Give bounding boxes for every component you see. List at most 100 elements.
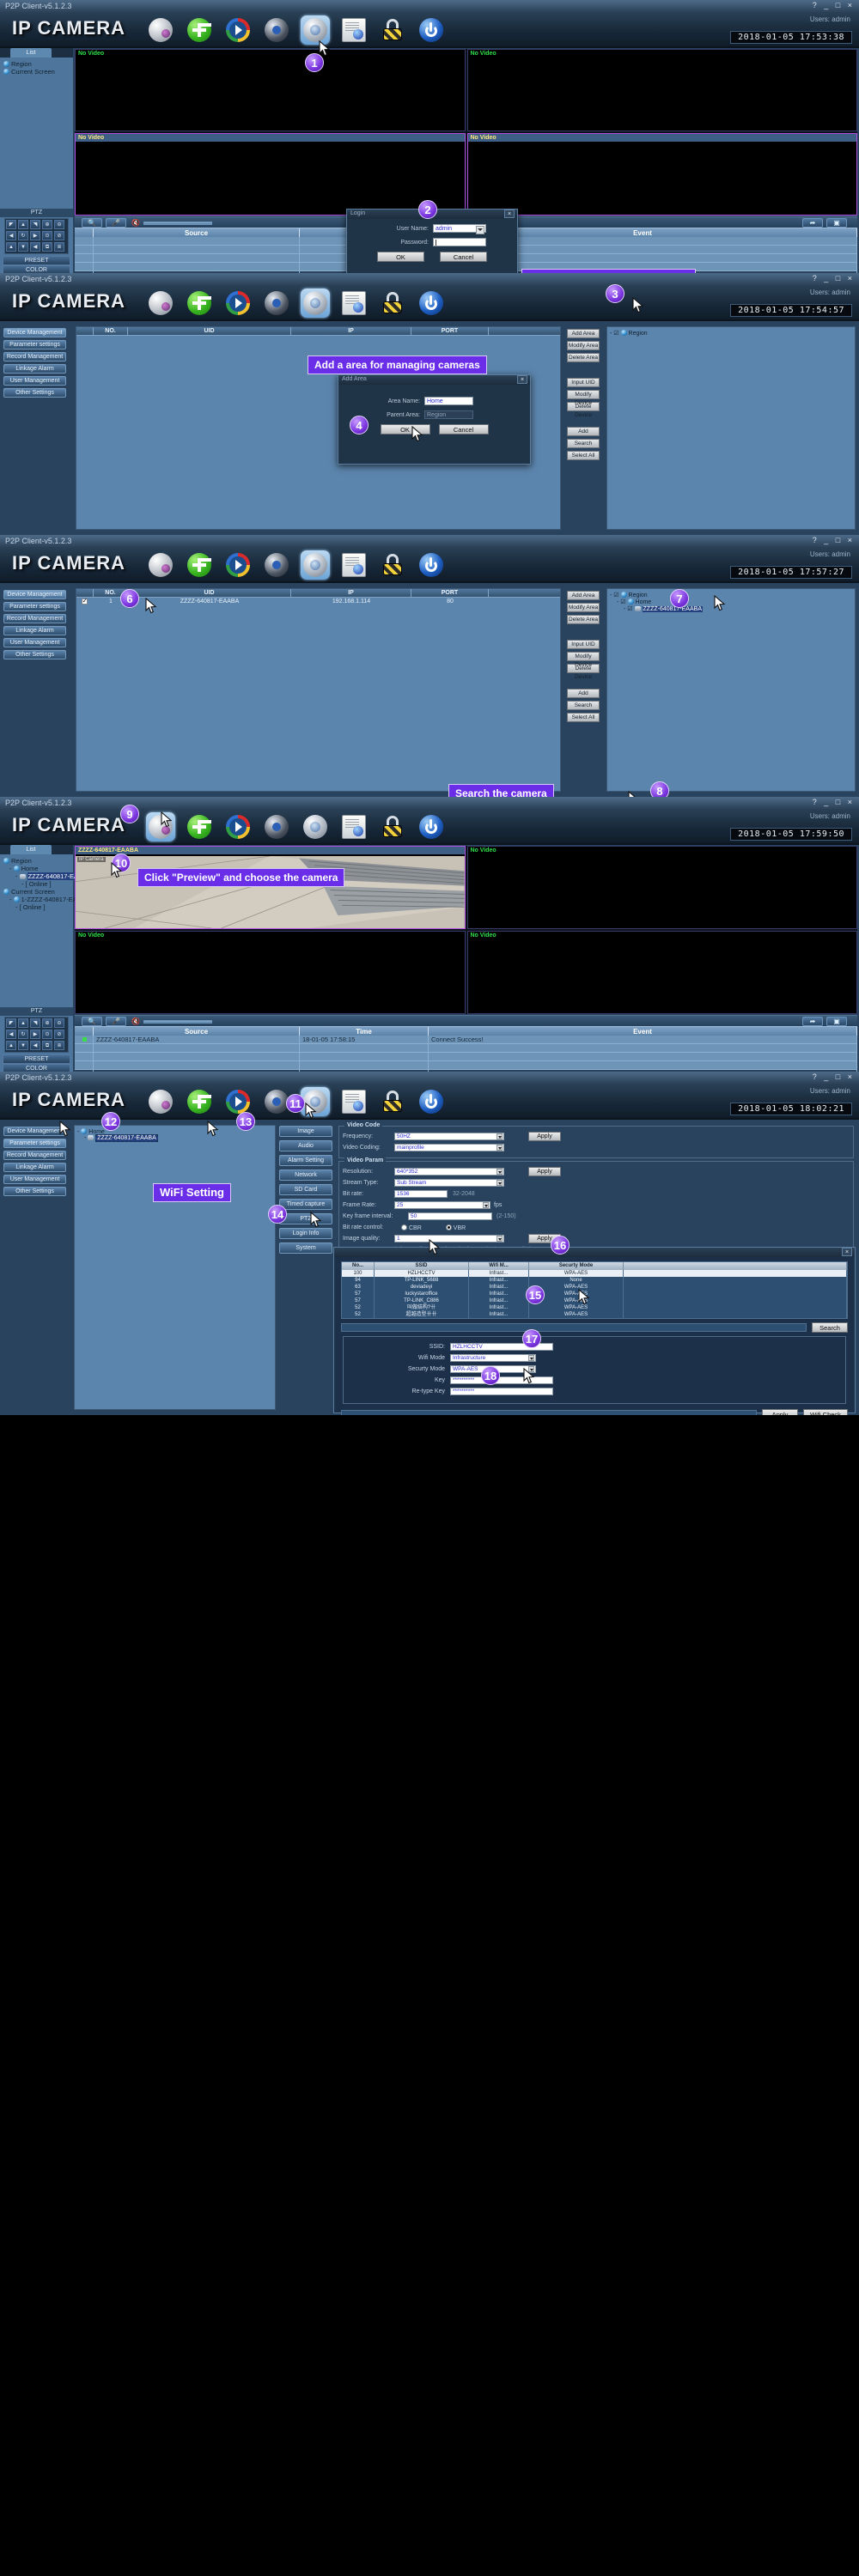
- ptz-button[interactable]: ⊘: [54, 231, 64, 240]
- add-icon-button[interactable]: [185, 812, 214, 841]
- speaker-icon[interactable]: 🔇: [131, 1018, 140, 1025]
- ptz-button[interactable]: ⊙: [42, 231, 52, 240]
- ptz-button[interactable]: ◤: [6, 220, 16, 229]
- wifi-check-button[interactable]: Wifi Check: [803, 1409, 848, 1415]
- play-icon-button[interactable]: [223, 15, 253, 45]
- vbr-radio[interactable]: VBR: [445, 1224, 466, 1231]
- play-icon-button[interactable]: [223, 550, 253, 580]
- volume-slider[interactable]: [143, 222, 212, 225]
- menu-item-parameter-settings[interactable]: Parameter settings: [3, 340, 66, 349]
- ptz-button[interactable]: ▲: [18, 1018, 28, 1028]
- button-select-all[interactable]: Select All: [567, 713, 600, 722]
- row-checkbox[interactable]: ☑: [613, 331, 620, 337]
- tree-node[interactable]: - ☑ Region: [610, 592, 852, 598]
- tree-node[interactable]: Current Screen: [3, 888, 70, 896]
- event-row[interactable]: [75, 1044, 857, 1053]
- wifi-apply-button[interactable]: Apply: [762, 1409, 798, 1415]
- camera-icon-button[interactable]: [146, 1087, 175, 1116]
- wheel-icon-button[interactable]: [262, 550, 291, 580]
- param-button-system[interactable]: System: [279, 1242, 332, 1254]
- video-cell-2[interactable]: No Video: [466, 49, 857, 131]
- tree-node[interactable]: Region: [3, 857, 70, 865]
- camera-icon-button[interactable]: [146, 289, 175, 318]
- tree-node[interactable]: - ZZZZ-640817-EAABA: [77, 1134, 272, 1142]
- param-button-audio[interactable]: Audio: [279, 1140, 332, 1151]
- wifi-row[interactable]: 52 叫做结构?卄 Infrast... WPA-AES: [342, 1304, 847, 1311]
- ptz-button[interactable]: ▼: [18, 1041, 28, 1050]
- lock-icon-button[interactable]: [378, 1087, 407, 1116]
- preset-button[interactable]: PRESET: [3, 256, 70, 265]
- tree-node[interactable]: - 1-ZZZZ-640817-EAABA: [3, 896, 90, 903]
- framerate-select[interactable]: 25: [394, 1201, 490, 1209]
- wifi-key-field[interactable]: **********: [450, 1376, 553, 1384]
- wifi-search-button[interactable]: Search: [812, 1322, 848, 1333]
- video-cell-1[interactable]: No Video: [75, 49, 466, 131]
- camera-icon-button[interactable]: [146, 550, 175, 580]
- menu-item-record-management[interactable]: Record Management: [3, 1151, 66, 1160]
- sidebar-tab-list[interactable]: List: [10, 845, 52, 854]
- power-icon-button[interactable]: [417, 812, 446, 841]
- ptz-button[interactable]: ▲: [6, 242, 16, 252]
- menu-item-linkage-alarm[interactable]: Linkage Alarm: [3, 626, 66, 635]
- ptz-button[interactable]: ↻: [18, 1030, 28, 1039]
- tree-node[interactable]: - [ Online ]: [3, 903, 70, 911]
- ptz-button[interactable]: ⧉: [42, 242, 52, 252]
- menu-item-linkage-alarm[interactable]: Linkage Alarm: [3, 364, 66, 374]
- ptz-button[interactable]: ▲: [6, 1041, 16, 1050]
- button-modify-area[interactable]: Modify Area: [567, 603, 600, 612]
- add-icon-button[interactable]: [185, 289, 214, 318]
- wheel-icon-button[interactable]: [262, 812, 291, 841]
- fullscreen-button[interactable]: ▣: [826, 218, 847, 228]
- menu-item-user-management[interactable]: User Management: [3, 376, 66, 386]
- apply-button-video-code[interactable]: Apply: [528, 1132, 561, 1141]
- button-search[interactable]: Search: [567, 701, 600, 710]
- row-checkbox[interactable]: [76, 597, 94, 606]
- wifi-row[interactable]: 100 HZLHCCTV Infrast... WPA-AES: [342, 1270, 847, 1277]
- button-delete-area[interactable]: Delete Area: [567, 615, 600, 624]
- param-button-sd-card[interactable]: SD Card: [279, 1184, 332, 1195]
- ptz-button[interactable]: ⊕: [42, 1018, 52, 1028]
- color-button[interactable]: COLOR: [3, 265, 70, 273]
- video-cell-2[interactable]: No Video: [466, 846, 857, 929]
- ptz-button[interactable]: ◤: [6, 1018, 16, 1028]
- power-icon-button[interactable]: [417, 1087, 446, 1116]
- button-modify-area[interactable]: Modify Area: [567, 341, 600, 350]
- frequency-select[interactable]: 50HZ: [394, 1133, 504, 1140]
- play-icon-button[interactable]: [223, 289, 253, 318]
- tree-node[interactable]: - ☑ Home: [610, 598, 852, 605]
- power-icon-button[interactable]: [417, 550, 446, 580]
- keyframe-field[interactable]: 50: [408, 1212, 492, 1220]
- param-button-alarm-setting[interactable]: Alarm Setting: [279, 1155, 332, 1166]
- color-button[interactable]: COLOR: [3, 1064, 70, 1072]
- menu-item-other-settings[interactable]: Other Settings: [3, 1187, 66, 1196]
- area-name-field[interactable]: Home: [424, 397, 473, 405]
- ptz-button[interactable]: ⊖: [54, 220, 64, 229]
- tree-node[interactable]: Current Screen: [3, 68, 70, 76]
- lock-icon-button[interactable]: [378, 289, 407, 318]
- param-button-login-info[interactable]: Login Info: [279, 1228, 332, 1239]
- button-delete-device[interactable]: Delete Device: [567, 664, 600, 680]
- ptz-button[interactable]: ⧉: [42, 1041, 52, 1050]
- gear-icon-button[interactable]: [301, 550, 330, 580]
- tree-node[interactable]: - ☑ ZZZZ-640817-EAABA: [610, 605, 852, 612]
- resolution-select[interactable]: 640*352: [394, 1168, 504, 1176]
- button-input-uid[interactable]: Input UID: [567, 640, 600, 649]
- menu-item-parameter-settings[interactable]: Parameter settings: [3, 602, 66, 611]
- volume-slider[interactable]: [143, 1020, 212, 1024]
- preset-button[interactable]: PRESET: [3, 1054, 70, 1064]
- menu-item-other-settings[interactable]: Other Settings: [3, 650, 66, 659]
- ptz-button[interactable]: ⊙: [42, 1030, 52, 1039]
- ptz-button[interactable]: ▲: [18, 220, 28, 229]
- snapshot-button[interactable]: ➦: [802, 1017, 823, 1026]
- event-row[interactable]: ZZZZ-640817-EAABA 18-01-05 17:58:15 Connec…: [75, 1036, 857, 1044]
- add-icon-button[interactable]: [185, 1087, 214, 1116]
- param-button-network[interactable]: Network: [279, 1170, 332, 1181]
- ptz-button[interactable]: ⊕: [42, 220, 52, 229]
- ptz-button[interactable]: ◥: [30, 1018, 40, 1028]
- tree-expander[interactable]: -: [15, 872, 20, 880]
- menu-item-device-management[interactable]: Device Management: [3, 328, 66, 337]
- stream-type-select[interactable]: Sub Stream: [394, 1179, 504, 1187]
- button-search[interactable]: Search: [567, 439, 600, 448]
- fullscreen-button[interactable]: ▣: [826, 1017, 847, 1026]
- wifi-row[interactable]: 52 超越造型卄卄 Infrast... WPA-AES: [342, 1311, 847, 1318]
